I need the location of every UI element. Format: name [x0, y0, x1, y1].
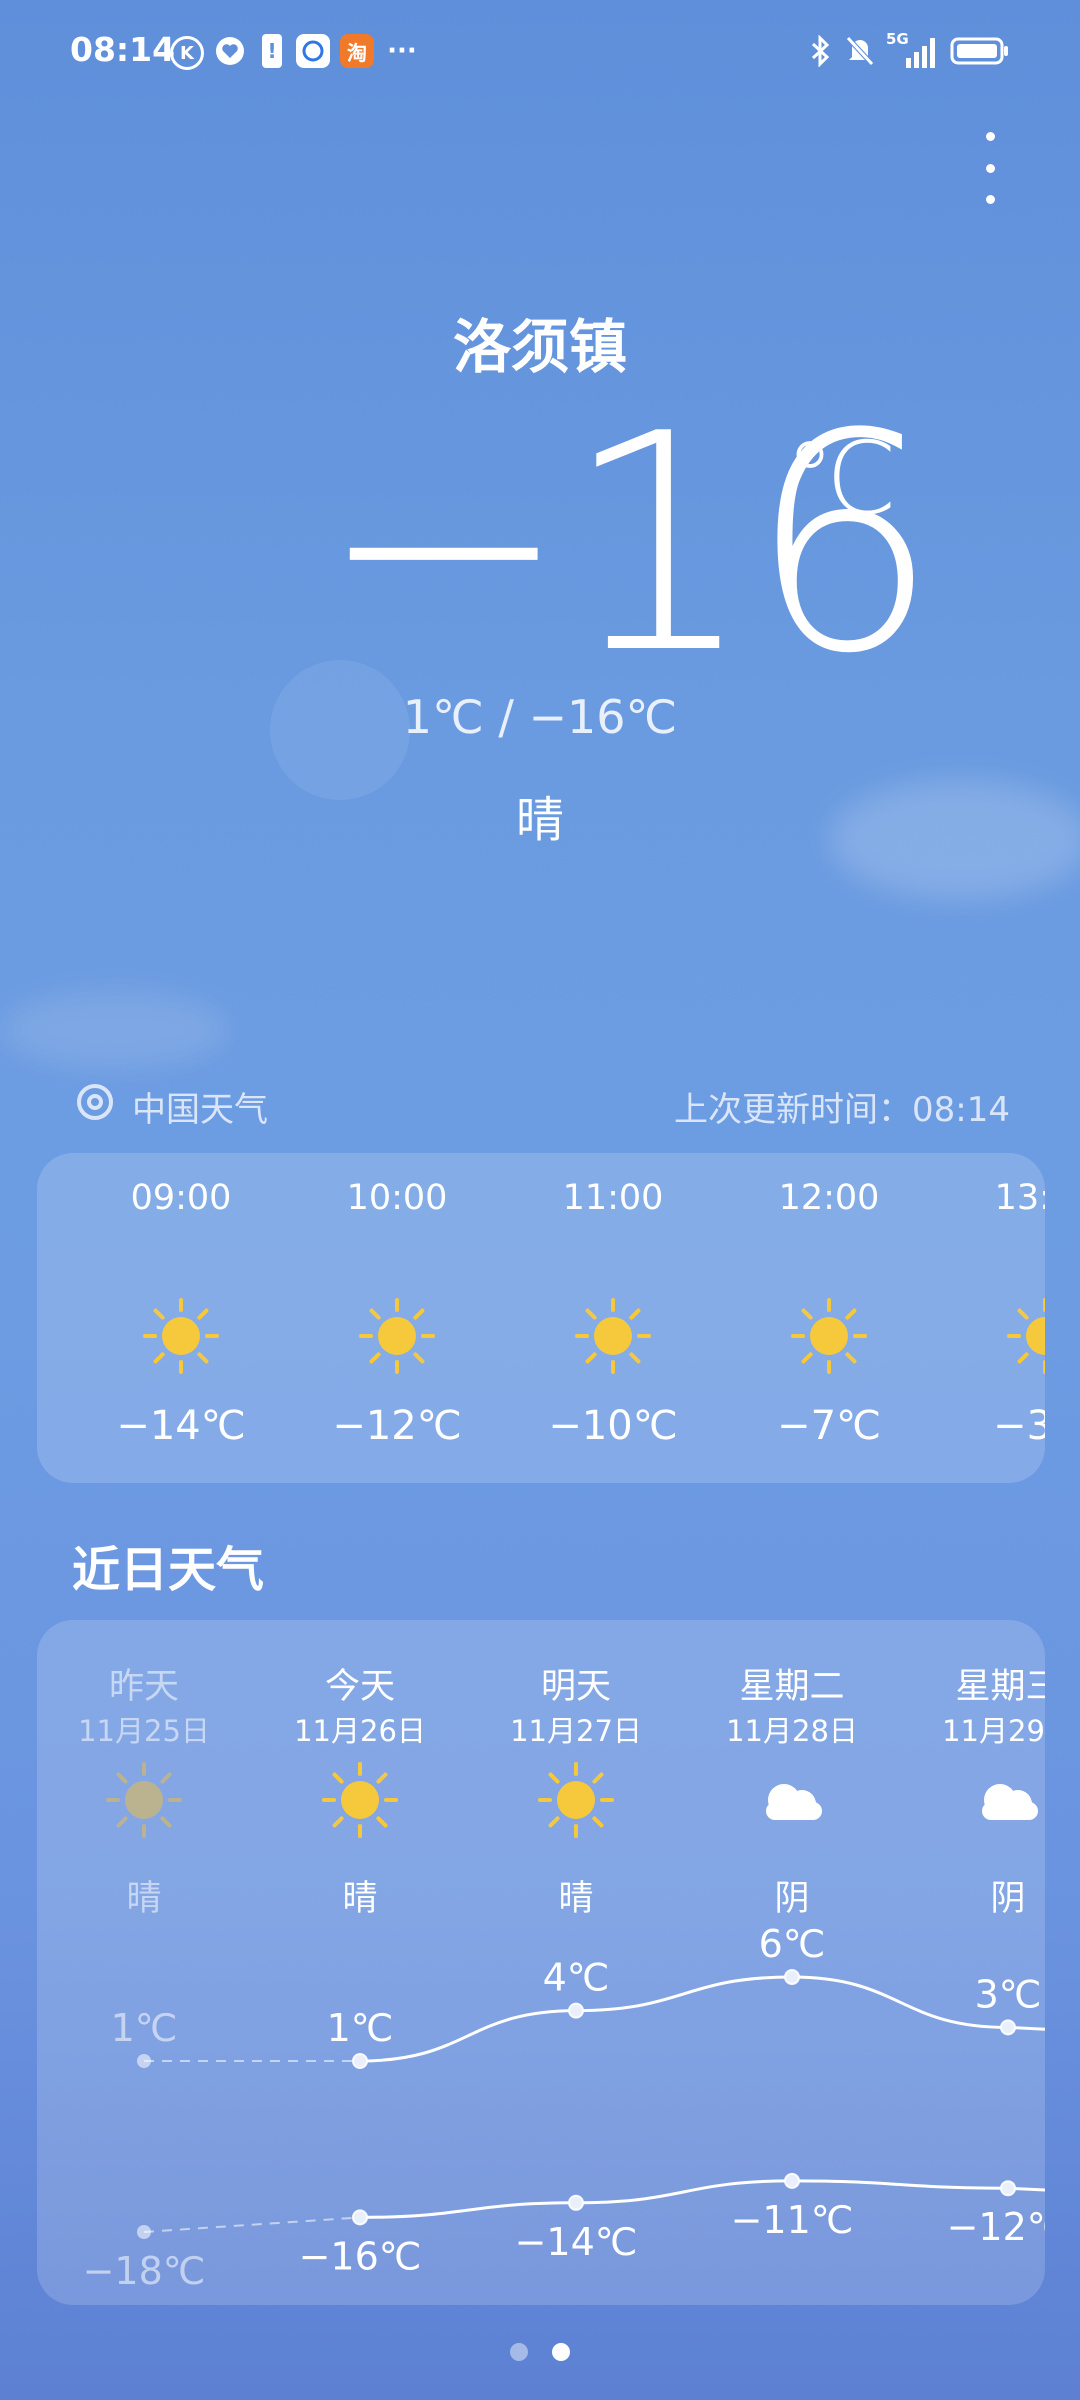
high-temp-point	[784, 1969, 800, 1985]
alert-icon: !	[262, 34, 282, 68]
low-temp-label: −12℃	[947, 2205, 1045, 2249]
cloud-icon	[752, 1760, 832, 1844]
more-options-button[interactable]	[975, 132, 1005, 204]
bluetooth-icon	[808, 34, 832, 68]
day-date: 11月28日	[726, 1714, 858, 1748]
hourly-time: 12:00	[778, 1178, 880, 1218]
sun-icon	[573, 1296, 653, 1380]
taobao-app-icon: 淘	[340, 34, 374, 68]
cloud-icon	[968, 1760, 1045, 1844]
high-temp-point	[1000, 2019, 1016, 2036]
data-source-name: 中国天气	[132, 1090, 268, 1130]
low-temp-label: −16℃	[299, 2234, 422, 2278]
signal-5g-icon: 5G	[886, 30, 940, 68]
hourly-temperature: −3℃	[993, 1403, 1045, 1449]
high-temp-point	[352, 2053, 368, 2069]
low-temp-point	[1000, 2180, 1016, 2197]
mute-icon	[844, 34, 876, 68]
status-time: 08:14	[70, 30, 176, 69]
menu-dot	[985, 163, 995, 173]
low-temp-line	[359, 2179, 1045, 2219]
sun-icon	[141, 1296, 221, 1380]
hourly-temperature: −7℃	[777, 1403, 881, 1449]
high-temp-point	[568, 2002, 584, 2019]
low-temp-past-segment	[143, 2216, 361, 2233]
low-temp-point	[784, 2172, 800, 2189]
day-condition: 阴	[774, 1879, 810, 1919]
menu-dot	[985, 195, 995, 204]
day-date: 11月25日	[78, 1714, 210, 1748]
high-temp-point	[137, 2054, 151, 2068]
battery-icon	[950, 34, 1010, 68]
high-temp-line	[359, 1975, 1045, 2063]
hourly-forecast-card[interactable]: 09:00 −14℃ 10:00 −12℃ 11:00 −10℃ 12:00 −7℃ 1…	[37, 1153, 1045, 1483]
page-dot[interactable]	[552, 2343, 570, 2361]
browser-app-icon	[296, 34, 330, 68]
network-type-label: 5G	[886, 30, 909, 48]
day-date: 11月26日	[294, 1714, 426, 1748]
day-date: 11月29日	[942, 1714, 1045, 1748]
heart-icon	[212, 34, 248, 68]
china-weather-logo-icon	[75, 1082, 115, 1131]
sun-icon	[357, 1296, 437, 1380]
temperature-unit: ℃	[785, 420, 898, 537]
day-condition: 阴	[990, 1879, 1026, 1919]
hourly-time: 13:00	[994, 1178, 1045, 1218]
low-temp-point	[137, 2225, 151, 2239]
page-indicator[interactable]	[0, 2343, 1080, 2363]
menu-dot	[985, 132, 995, 141]
daily-forecast-card[interactable]: 1℃1℃4℃6℃3℃−18℃−16℃−14℃−11℃−12℃昨天 11月25日 …	[37, 1620, 1045, 2305]
recent-weather-title: 近日天气	[72, 1542, 265, 1598]
hourly-temperature: −14℃	[116, 1403, 246, 1449]
high-temp-label: 1℃	[327, 2006, 394, 2050]
low-temp-point	[352, 2209, 368, 2226]
high-temp-label: 6℃	[759, 1922, 826, 1966]
sun-icon	[536, 1760, 616, 1844]
hourly-time: 09:00	[130, 1178, 232, 1218]
today-temperature-range: 1℃ / −16℃	[402, 690, 678, 744]
day-name: 星期三	[955, 1667, 1045, 1707]
low-temp-label: −11℃	[731, 2198, 854, 2242]
day-condition: 晴	[126, 1879, 162, 1919]
day-name: 星期二	[739, 1667, 845, 1707]
high-temp-label: 4℃	[543, 1956, 610, 2000]
status-bar: 08:14 K ! 淘 ··· 5G	[0, 0, 1080, 100]
hourly-temperature: −12℃	[332, 1403, 462, 1449]
k-app-icon: K	[170, 36, 204, 70]
hourly-temperature: −10℃	[548, 1403, 678, 1449]
sun-icon	[1005, 1296, 1045, 1380]
sky-glow	[0, 990, 230, 1070]
hourly-time: 11:00	[562, 1178, 664, 1218]
page-dot[interactable]	[510, 2343, 528, 2361]
day-condition: 晴	[558, 1879, 594, 1919]
day-name: 今天	[324, 1667, 395, 1707]
low-temp-label: −14℃	[515, 2220, 638, 2264]
high-temp-label: 1℃	[111, 2006, 178, 2050]
low-temp-label: −18℃	[83, 2249, 206, 2293]
more-notifications-icon: ···	[387, 36, 417, 66]
sun-icon	[320, 1760, 400, 1844]
sun-icon	[104, 1760, 184, 1844]
day-name: 明天	[540, 1667, 611, 1707]
day-name: 昨天	[108, 1667, 179, 1707]
data-source-row: 中国天气 上次更新时间：08:14	[75, 1080, 1010, 1130]
day-condition: 晴	[342, 1879, 378, 1919]
last-update-time: 上次更新时间：08:14	[674, 1090, 1010, 1130]
current-condition: 晴	[515, 792, 564, 848]
hourly-time: 10:00	[346, 1178, 448, 1218]
high-temp-label: 3℃	[975, 1972, 1042, 2016]
day-date: 11月27日	[510, 1714, 642, 1748]
low-temp-point	[568, 2194, 584, 2211]
sun-icon	[789, 1296, 869, 1380]
